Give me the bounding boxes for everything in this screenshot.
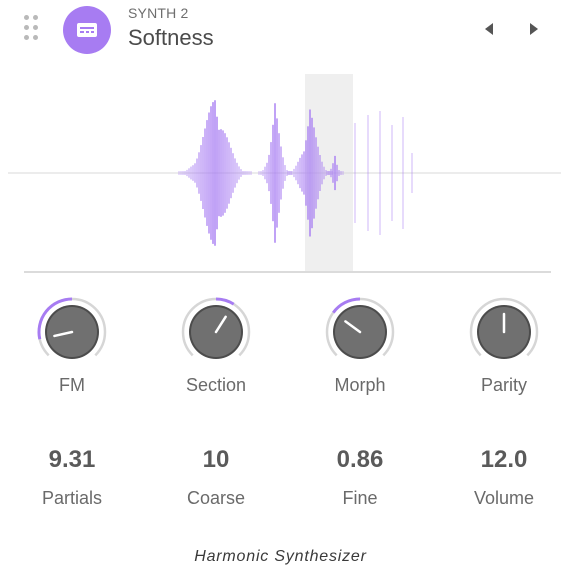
preset-name[interactable]: Softness	[128, 25, 214, 51]
knob-label: Section	[185, 375, 247, 395]
param-partials[interactable]: 9.31 Partials	[17, 440, 127, 520]
triangle-left-icon[interactable]	[480, 19, 500, 39]
knob-label: Parity	[480, 375, 527, 395]
knob-label: FM	[59, 375, 85, 395]
knob-value-arc	[215, 297, 235, 306]
synth-device-icon	[63, 6, 111, 54]
param-value[interactable]: 12.0	[449, 446, 559, 474]
knob-dial[interactable]	[36, 296, 108, 368]
param-coarse[interactable]: 10 Coarse	[161, 440, 271, 520]
param-value[interactable]: 9.31	[17, 446, 127, 474]
knob-section[interactable]: Section	[161, 296, 271, 406]
knob-row: FM Section Morph Parity	[0, 296, 561, 406]
knob-parity[interactable]: Parity	[449, 296, 559, 406]
param-label: Coarse	[186, 488, 246, 508]
knob-dial[interactable]	[324, 296, 396, 368]
waveform-display[interactable]	[0, 70, 561, 275]
device-title: Harmonic Synthesizer	[194, 548, 367, 565]
knob-dial[interactable]	[468, 296, 540, 368]
device-header: SYNTH 2 Softness	[0, 0, 561, 60]
drag-handle-icon[interactable]	[24, 15, 40, 41]
knob-dial[interactable]	[180, 296, 252, 368]
parameter-values-row: 9.31 Partials 10 Coarse 0.86 Fine 12.0 V…	[0, 440, 561, 520]
knob-morph[interactable]: Morph	[305, 296, 415, 406]
knob-fm[interactable]: FM	[17, 296, 127, 406]
param-volume[interactable]: 12.0 Volume	[449, 440, 559, 520]
param-value[interactable]: 0.86	[305, 446, 415, 474]
knob-label: Morph	[334, 375, 386, 395]
param-label: Fine	[342, 488, 378, 508]
param-fine[interactable]: 0.86 Fine	[305, 440, 415, 520]
param-value[interactable]: 10	[161, 446, 271, 474]
device-type-label: SYNTH 2	[128, 5, 189, 21]
param-label: Volume	[473, 488, 535, 508]
triangle-right-icon[interactable]	[523, 19, 543, 39]
param-label: Partials	[41, 488, 103, 508]
